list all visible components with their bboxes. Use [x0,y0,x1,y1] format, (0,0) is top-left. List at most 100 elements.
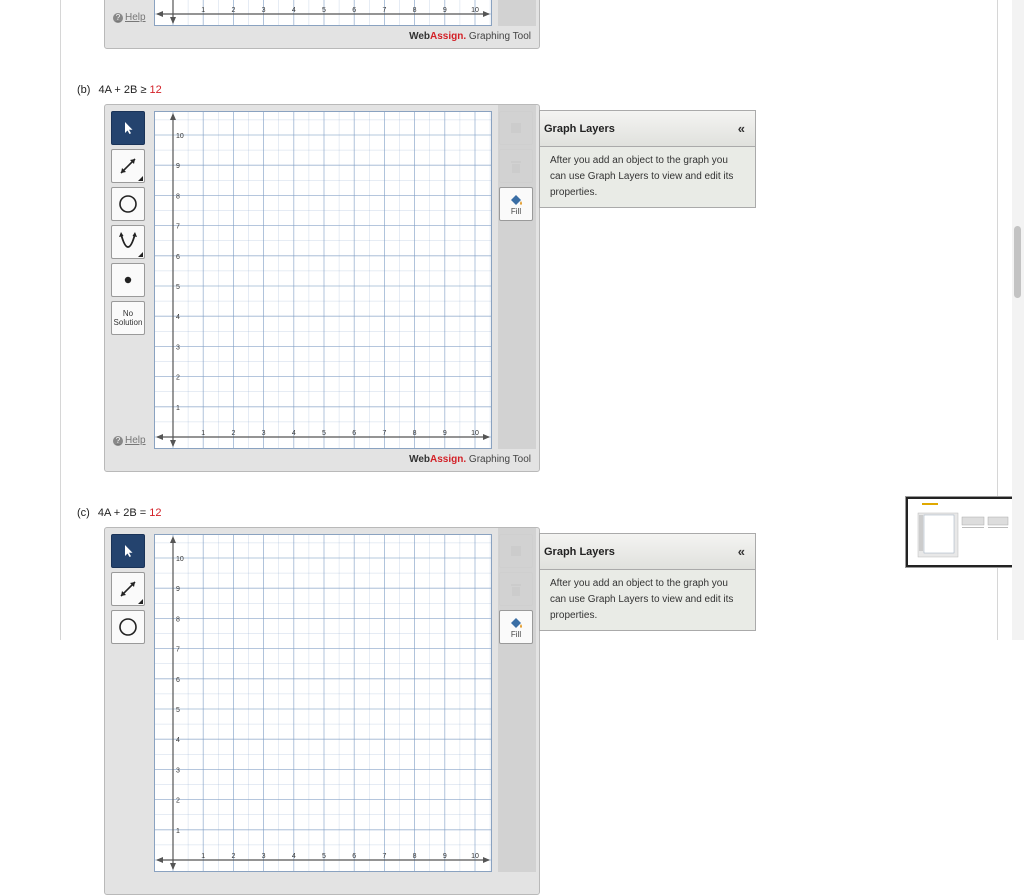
circle-tool-button[interactable] [111,610,145,644]
help-link-a[interactable]: ? Help [113,12,146,23]
tool-footer-a: WebAssign. Graphing Tool [409,31,531,42]
graphing-tool-b: No Solution 1 2 3 4 5 6 7 8 9 10 10 9 8 7 6 5 4 3 2 1 Fill ?… [104,104,540,472]
y-tick-label: 7 [176,647,180,654]
question-b-expr: 4A + 2B ≥ [98,84,150,96]
side-toolbar-c: Fill [498,528,536,872]
circle-icon [119,195,137,213]
question-c: (c) 4A + 2B = 12 [77,507,161,519]
x-axis-arrow-right [483,857,490,863]
graph-layers-panel-c: Graph Layers « After you add an object t… [539,533,756,631]
help-link-b[interactable]: ? Help [113,435,146,446]
x-tick-label: 9 [443,430,447,437]
clear-all-button[interactable] [499,111,533,145]
x-tick-label: 7 [382,7,386,14]
collapse-icon[interactable]: « [738,121,745,136]
y-tick-label: 2 [176,798,180,805]
cursor-arrow-icon [125,545,133,557]
scrollbar-thumb[interactable] [1014,226,1021,298]
graph-layers-help-text: After you add an object to the graph you… [550,155,734,198]
collapse-icon[interactable]: « [738,544,745,559]
y-axis-arrow-down [170,863,176,870]
x-tick-label: 7 [382,430,386,437]
graph-canvas-c[interactable]: 1 2 3 4 5 6 7 8 9 10 10 9 8 7 6 5 4 3 2 1 [154,534,492,872]
graph-canvas-b[interactable]: 1 2 3 4 5 6 7 8 9 10 10 9 8 7 6 5 4 3 2 1 [154,111,492,449]
help-label: Help [125,12,146,23]
no-solution-label: No Solution [114,309,143,327]
circle-tool-button[interactable] [111,187,145,221]
y-tick-label: 10 [176,133,184,140]
y-tick-label: 4 [176,737,180,744]
x-tick-label: 3 [262,430,266,437]
line-segment-icon [120,158,136,174]
brand-web: Web [409,31,431,42]
x-tick-label: 8 [413,7,417,14]
line-segment-icon [120,581,136,597]
no-solution-line1: No [122,309,134,318]
y-tick-label: 10 [176,556,184,563]
fill-button[interactable]: Fill [499,610,533,644]
delete-button[interactable] [499,149,533,183]
brand-rest: Graphing Tool [466,454,531,465]
brand-web: Web [409,454,431,465]
x-tick-label: 9 [443,7,447,14]
trash-icon [511,161,521,173]
x-tick-label: 2 [231,853,235,860]
y-tick-label: 3 [176,767,180,774]
no-solution-button[interactable]: No Solution [111,301,145,335]
trash-icon [511,584,521,596]
tool-footer-b: WebAssign. Graphing Tool [409,454,531,465]
line-tool-button[interactable] [111,149,145,183]
delete-button[interactable] [499,572,533,606]
y-tick-label: 8 [176,616,180,623]
graphing-tool-c: 1 2 3 4 5 6 7 8 9 10 10 9 8 7 6 5 4 3 2 1 Fill [104,527,540,895]
fill-button[interactable]: Fill [499,187,533,221]
y-tick-label: 5 [176,707,180,714]
x-tick-label: 6 [352,430,356,437]
x-tick-label: 3 [262,853,266,860]
y-tick-label: 9 [176,586,180,593]
x-tick-label: 3 [262,7,266,14]
parabola-tool-button[interactable] [111,225,145,259]
y-tick-label: 3 [176,344,180,351]
y-axis-arrow-down [170,440,176,447]
graph-layers-header[interactable]: Graph Layers « [540,534,755,570]
page-thumbnail-preview[interactable] [906,497,1014,567]
line-tool-button[interactable] [111,572,145,606]
vertical-scrollbar[interactable] [1012,0,1024,640]
y-tick-label: 8 [176,193,180,200]
clear-all-button[interactable] [499,534,533,568]
parabola-icon [119,232,137,248]
y-tick-label: 1 [176,828,180,835]
paint-bucket-icon [511,194,522,205]
x-tick-label: 6 [352,853,356,860]
circle-icon [119,618,137,636]
x-tick-label: 5 [322,7,326,14]
graph-layers-panel-b: Graph Layers « After you add an object t… [539,110,756,208]
y-axis-arrow-up [170,536,176,543]
x-tick-label: 1 [201,853,205,860]
x-tick-label: 10 [471,430,479,437]
point-tool-button[interactable] [111,263,145,297]
thumbnail-image [908,499,1012,565]
graph-layers-help-text: After you add an object to the graph you… [550,578,734,621]
graph-layers-header[interactable]: Graph Layers « [540,111,755,147]
graph-layers-title: Graph Layers [544,545,615,558]
x-axis-arrow-left [156,857,163,863]
question-b-label: (b) [77,84,91,96]
toolbar-c [111,534,147,870]
question-c-expr: 4A + 2B = [97,507,150,519]
fill-label: Fill [510,629,522,639]
y-tick-label: 1 [176,405,180,412]
graphing-tool-a: 1234567891010987654321 ? Help WebAssign.… [104,0,540,49]
grid: 1 2 3 4 5 6 7 8 9 10 10 9 8 7 6 5 4 3 2 1 [155,112,491,448]
pointer-tool-button[interactable] [111,534,145,568]
y-tick-label: 2 [176,375,180,382]
x-tick-label: 2 [231,430,235,437]
x-axis-arrow-left [156,434,163,440]
fill-label: Fill [510,206,522,216]
x-tick-label: 8 [413,853,417,860]
cursor-arrow-icon [125,122,133,134]
help-label: Help [125,435,146,446]
graph-canvas-a[interactable]: 1234567891010987654321 [154,0,492,26]
pointer-tool-button[interactable] [111,111,145,145]
